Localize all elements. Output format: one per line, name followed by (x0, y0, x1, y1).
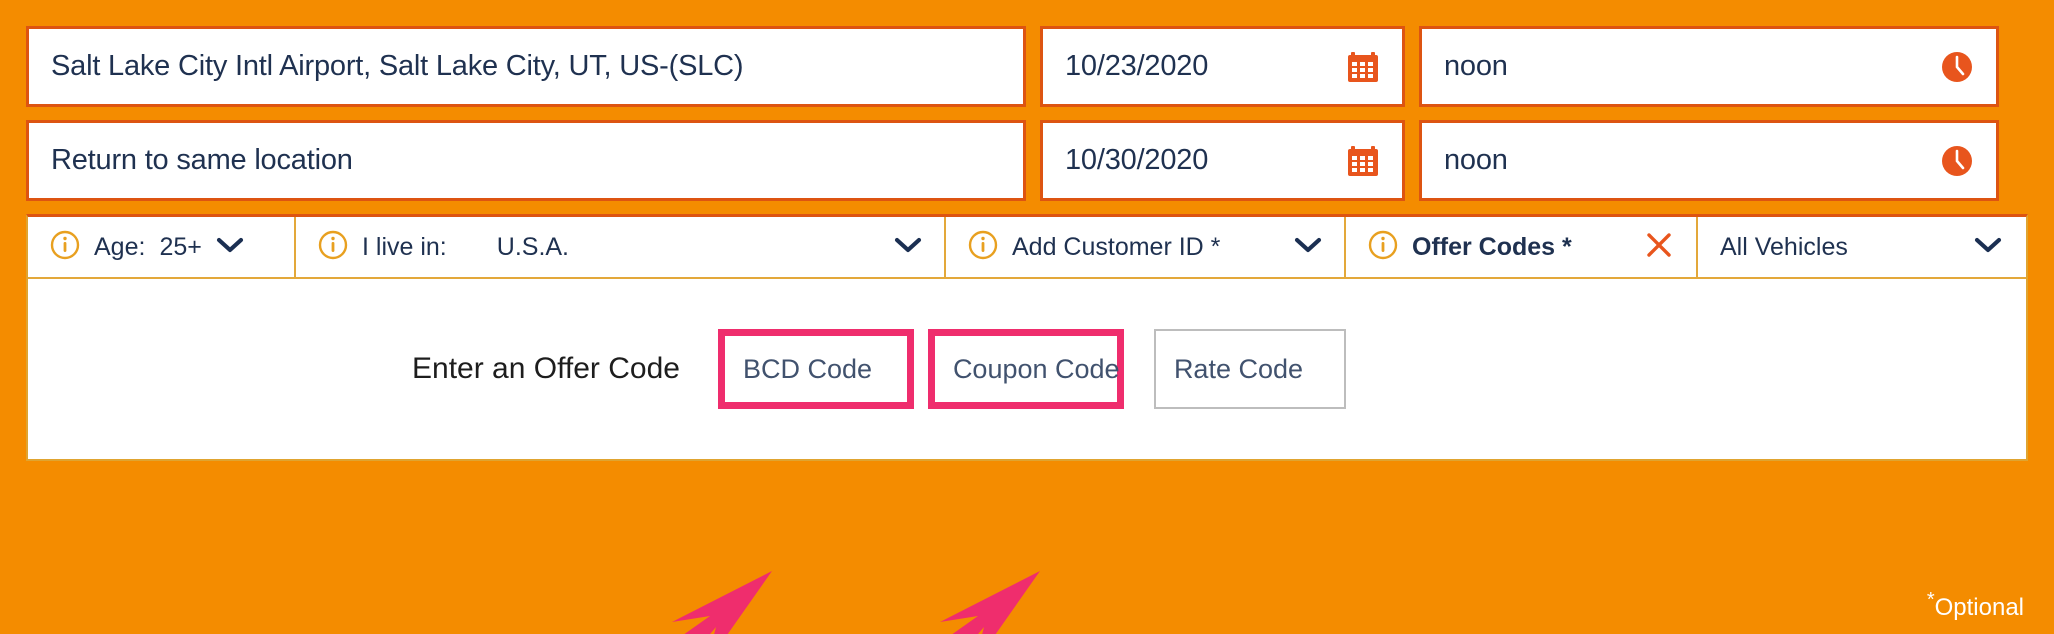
chevron-down-icon[interactable] (1974, 236, 2002, 259)
info-icon[interactable] (968, 230, 998, 265)
customer-id-label: Add Customer ID * (1012, 232, 1221, 261)
car-rental-reservation-widget: Salt Lake City Intl Airport, Salt Lake C… (0, 0, 2054, 634)
info-icon[interactable] (1368, 230, 1398, 265)
info-icon[interactable] (50, 230, 80, 265)
pickup-location-input[interactable]: Salt Lake City Intl Airport, Salt Lake C… (26, 26, 1026, 107)
pickup-date-value: 10/23/2020 (1065, 50, 1209, 82)
pickup-row: Salt Lake City Intl Airport, Salt Lake C… (26, 26, 2028, 107)
option-age[interactable]: Age: 25+ (28, 217, 296, 277)
calendar-icon[interactable] (1346, 50, 1380, 84)
option-vehicles[interactable]: All Vehicles (1698, 217, 2024, 277)
age-label: Age: (94, 232, 146, 261)
rate-code-input[interactable]: Rate Code (1153, 329, 1346, 409)
info-icon[interactable] (318, 230, 348, 265)
optional-label: Optional (1934, 594, 2024, 621)
option-residence[interactable]: I live in: U.S.A. (296, 217, 946, 277)
age-value: 25+ (159, 232, 202, 261)
close-x-icon[interactable] (1644, 230, 1674, 265)
option-customer-id[interactable]: Add Customer ID * (946, 217, 1346, 277)
coupon-code-input[interactable]: Coupon Code (927, 329, 1124, 409)
chevron-down-icon[interactable] (216, 236, 244, 259)
dropoff-location-input[interactable]: Return to same location (26, 120, 1026, 201)
chevron-down-icon[interactable] (1294, 236, 1322, 259)
residence-label: I live in: (362, 232, 447, 261)
dropoff-time-input[interactable]: noon (1419, 120, 1999, 201)
bcd-code-placeholder: BCD Code (742, 353, 872, 384)
options-panel: Age: 25+ I live in: U.S.A. Add Customer … (26, 214, 2028, 461)
pickup-time-value: noon (1444, 50, 1508, 82)
dropoff-date-input[interactable]: 10/30/2020 (1040, 120, 1405, 201)
option-offer-codes[interactable]: Offer Codes * (1346, 217, 1698, 277)
coupon-code-placeholder: Coupon Code (952, 353, 1120, 384)
residence-value: U.S.A. (496, 232, 570, 261)
pickup-location-value: Salt Lake City Intl Airport, Salt Lake C… (51, 50, 744, 82)
dropoff-time-value: noon (1444, 144, 1508, 176)
vehicles-value: All Vehicles (1720, 232, 1848, 261)
dropoff-date-value: 10/30/2020 (1065, 144, 1209, 176)
dropoff-location-value: Return to same location (51, 144, 353, 176)
offer-code-prompt: Enter an Offer Code (412, 352, 680, 385)
pickup-date-input[interactable]: 10/23/2020 (1040, 26, 1405, 107)
clock-icon[interactable] (1940, 144, 1974, 178)
optional-footnote: *Optional (1927, 589, 2024, 622)
options-bar: Age: 25+ I live in: U.S.A. Add Customer … (28, 217, 2026, 279)
dropoff-row: Return to same location 10/30/2020 noon (26, 120, 2028, 201)
pickup-time-input[interactable]: noon (1419, 26, 1999, 107)
rate-code-placeholder: Rate Code (1173, 353, 1304, 384)
offer-code-panel: Enter an Offer Code BCD Code Coupon Code… (28, 279, 2026, 459)
clock-icon[interactable] (1940, 50, 1974, 84)
optional-star: * (1926, 589, 1935, 611)
chevron-down-icon[interactable] (894, 236, 922, 259)
bcd-code-input[interactable]: BCD Code (717, 329, 914, 409)
offer-codes-label: Offer Codes * (1412, 232, 1572, 261)
calendar-icon[interactable] (1346, 144, 1380, 178)
